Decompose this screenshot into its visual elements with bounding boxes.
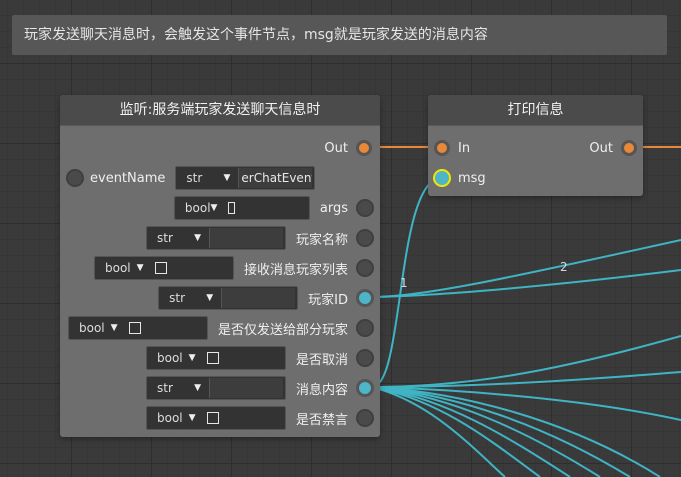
param-label-args: args	[319, 200, 348, 216]
chevron-down-icon: ▼	[223, 173, 231, 183]
param-label-cancel: 是否取消	[295, 352, 348, 368]
receiver-list-field[interactable]: bool ▼	[93, 256, 234, 280]
msg-input-row: msg	[433, 165, 486, 191]
event-node-listen-chat[interactable]: 监听:服务端玩家发送聊天信息时 Out eventName str ▼ erCha…	[60, 95, 380, 437]
player-name-value[interactable]	[208, 228, 283, 248]
receiver-list-type-select[interactable]: bool ▼	[95, 257, 175, 279]
exec-out-pin[interactable]	[356, 140, 372, 156]
param-row-send-partial: bool ▼ 是否仅发送给部分玩家	[67, 315, 374, 341]
param-row-player-id: str ▼ 玩家ID	[158, 285, 374, 311]
param-row-cancel: bool ▼ 是否取消	[145, 345, 374, 371]
chevron-down-icon: ▼	[188, 353, 196, 363]
chevron-down-icon: ▼	[110, 323, 118, 333]
param-label-send-partial: 是否仅发送给部分玩家	[217, 322, 348, 338]
event-name-value[interactable]: erChatEvent	[238, 168, 313, 188]
send-partial-type-select[interactable]: bool ▼	[69, 317, 149, 339]
wire-label-1: 1	[400, 276, 408, 290]
args-checkbox[interactable]	[228, 202, 235, 214]
data-wire-fan-7	[371, 386, 571, 477]
param-row-args: bool ▼ args	[173, 195, 374, 221]
data-wire-player-id-1	[371, 239, 681, 298]
message-value[interactable]	[208, 378, 283, 398]
event-name-input-pin[interactable]	[66, 169, 84, 187]
out-label: Out	[324, 140, 348, 156]
data-wire-player-id-2	[371, 269, 681, 298]
message-field[interactable]: str ▼	[145, 376, 286, 400]
comment-box[interactable]: 玩家发送聊天消息时，会触发这个事件节点，msg就是玩家发送的消息内容	[12, 15, 667, 55]
player-name-type-select[interactable]: str ▼	[147, 227, 209, 249]
muted-checkbox[interactable]	[206, 412, 219, 424]
exec-in-pin[interactable]	[434, 140, 450, 156]
out-label: Out	[589, 140, 613, 156]
args-output-pin[interactable]	[356, 199, 374, 217]
param-label-player-name: 玩家名称	[295, 232, 348, 248]
data-wire-fan-8	[371, 386, 541, 477]
node-title: 打印信息	[428, 95, 643, 126]
event-name-row: eventName str ▼ erChatEvent	[66, 165, 316, 191]
exec-out-row: Out	[324, 135, 372, 161]
chevron-down-icon: ▼	[194, 383, 201, 393]
param-row-message: str ▼ 消息内容	[145, 375, 374, 401]
exec-out-row: Out	[589, 135, 637, 161]
param-label-receiver-list: 接收消息玩家列表	[243, 262, 348, 278]
in-label: In	[458, 140, 471, 156]
send-partial-checkbox[interactable]	[128, 322, 141, 334]
data-wire-fan-5	[371, 386, 631, 477]
comment-text: 玩家发送聊天消息时，会触发这个事件节点，msg就是玩家发送的消息内容	[24, 27, 488, 43]
muted-output-pin[interactable]	[356, 409, 374, 427]
player-name-output-pin[interactable]	[356, 229, 374, 247]
send-partial-field[interactable]: bool ▼	[67, 316, 208, 340]
message-type-select[interactable]: str ▼	[147, 377, 209, 399]
player-id-value[interactable]	[221, 288, 296, 308]
player-name-field[interactable]: str ▼	[145, 226, 286, 250]
data-wire-fan-1	[371, 335, 681, 388]
chevron-down-icon: ▼	[188, 413, 196, 423]
args-type-select[interactable]: bool ▼	[175, 197, 235, 219]
param-label-player-id: 玩家ID	[308, 292, 348, 308]
cancel-field[interactable]: bool ▼	[145, 346, 286, 370]
data-wire-fan-6	[371, 386, 601, 477]
action-node-print[interactable]: 打印信息 In Out msg	[428, 95, 643, 196]
send-partial-output-pin[interactable]	[356, 319, 374, 337]
data-wire-fan-3	[371, 386, 681, 421]
cancel-checkbox[interactable]	[206, 352, 219, 364]
cancel-output-pin[interactable]	[356, 349, 374, 367]
data-wire-fan-2	[371, 371, 681, 388]
chevron-down-icon: ▼	[210, 203, 218, 213]
param-row-player-name: str ▼ 玩家名称	[145, 225, 374, 251]
chevron-down-icon: ▼	[136, 263, 144, 273]
exec-in-row: In	[434, 135, 470, 161]
muted-type-select[interactable]: bool ▼	[147, 407, 227, 429]
param-row-receiver-list: bool ▼ 接收消息玩家列表	[93, 255, 374, 281]
param-label-muted: 是否禁言	[295, 412, 348, 428]
event-name-type-select[interactable]: str ▼	[176, 167, 238, 189]
event-name-field[interactable]: str ▼ erChatEvent	[175, 166, 316, 190]
chevron-down-icon: ▼	[206, 293, 214, 303]
msg-input-pin[interactable]	[433, 169, 451, 187]
msg-label: msg	[458, 170, 486, 186]
args-field[interactable]: bool ▼	[173, 196, 310, 220]
chevron-down-icon: ▼	[194, 233, 201, 243]
param-label-message: 消息内容	[295, 382, 348, 398]
player-id-field[interactable]: str ▼	[158, 286, 299, 310]
player-id-output-pin[interactable]	[356, 289, 374, 307]
param-row-muted: bool ▼ 是否禁言	[145, 405, 374, 431]
wire-label-2: 2	[560, 260, 568, 274]
receiver-list-output-pin[interactable]	[356, 259, 374, 277]
player-id-type-select[interactable]: str ▼	[159, 287, 221, 309]
muted-field[interactable]: bool ▼	[145, 406, 286, 430]
event-name-label: eventName	[90, 170, 166, 186]
receiver-list-checkbox[interactable]	[154, 262, 167, 274]
message-output-pin[interactable]	[356, 379, 374, 397]
exec-out-pin[interactable]	[621, 140, 637, 156]
data-wire-fan-9	[371, 386, 506, 477]
node-title: 监听:服务端玩家发送聊天信息时	[60, 95, 380, 126]
data-wire-fan-4	[371, 386, 661, 477]
cancel-type-select[interactable]: bool ▼	[147, 347, 227, 369]
